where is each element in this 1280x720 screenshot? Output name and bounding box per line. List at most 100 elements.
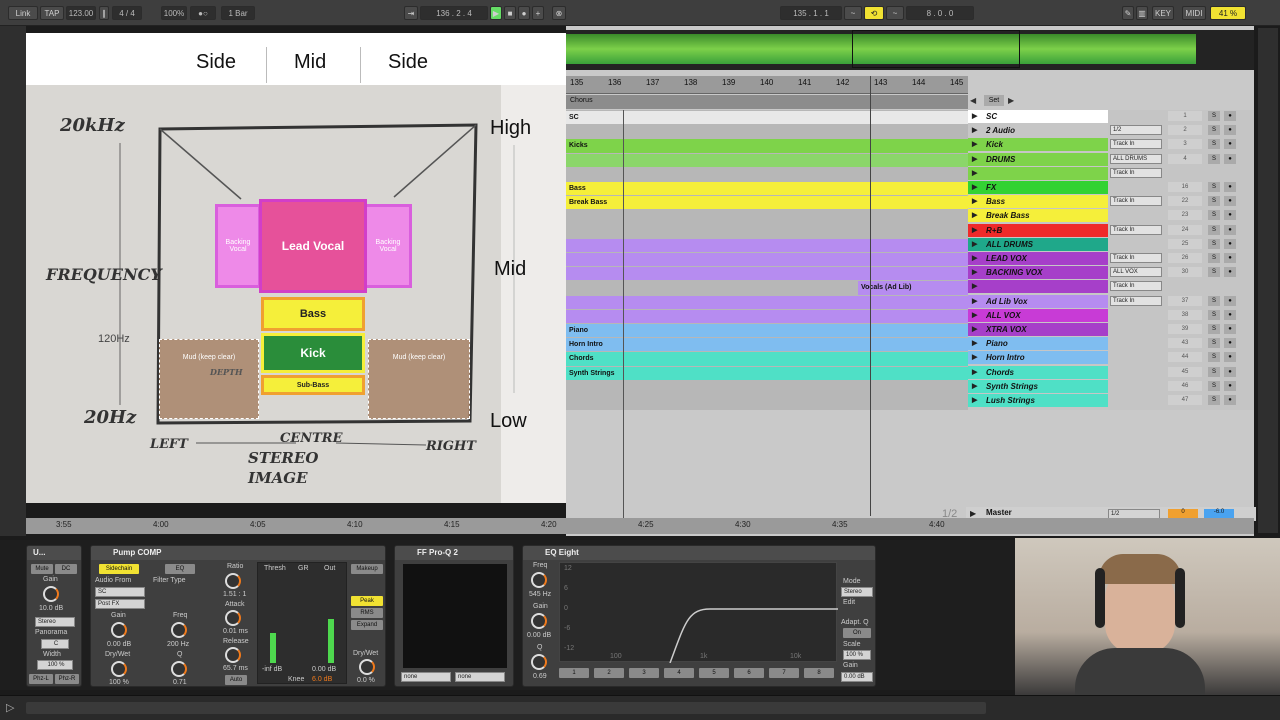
nudge-icon[interactable]: ∥ xyxy=(99,6,109,20)
clip-lane[interactable]: Piano xyxy=(566,324,968,338)
track-number[interactable]: 30 xyxy=(1168,267,1202,278)
track-fold-icon[interactable]: ▶ xyxy=(972,224,977,237)
metronome-icon[interactable]: ●○ xyxy=(190,6,216,20)
track-input-select[interactable]: Track In xyxy=(1110,295,1162,306)
track-header[interactable]: ▶ SC xyxy=(968,110,1108,123)
track-header[interactable]: ▶ XTRA VOX xyxy=(968,323,1108,336)
locator-chorus[interactable]: Chorus xyxy=(570,97,593,104)
track-fold-icon[interactable]: ▶ xyxy=(972,167,977,180)
channel-mode-select[interactable]: Stereo xyxy=(35,617,75,627)
punch-out-icon[interactable]: ~ xyxy=(886,6,904,20)
makeup-button[interactable]: Makeup xyxy=(351,564,383,574)
gain-knob[interactable] xyxy=(43,586,59,602)
arm-button[interactable]: ● xyxy=(1224,324,1236,334)
dc-button[interactable]: DC xyxy=(55,564,77,574)
solo-button[interactable]: S xyxy=(1208,224,1220,235)
track-fold-icon[interactable]: ▶ xyxy=(972,351,977,364)
phase-right-button[interactable]: Phz-R xyxy=(55,674,79,684)
clip-lane[interactable]: SC xyxy=(566,111,968,125)
arm-button[interactable]: ● xyxy=(1224,111,1236,121)
release-knob[interactable] xyxy=(225,647,241,663)
clip-lane[interactable] xyxy=(566,309,968,323)
arrangement-position[interactable]: 136 . 2 . 4 xyxy=(420,6,488,20)
clip-lane[interactable]: Vocals (Ad Lib) xyxy=(858,281,968,295)
play-button[interactable]: ▶ xyxy=(490,6,502,20)
arm-button[interactable]: ● xyxy=(1224,125,1236,136)
audio-tap-select[interactable]: Post FX xyxy=(95,599,145,609)
track-number[interactable]: 1 xyxy=(1168,111,1202,121)
track-fold-icon[interactable]: ▶ xyxy=(972,153,977,166)
clip-lanes[interactable]: SC Kicks Bass Break Bass Vocals (Ad Lib) Pian… xyxy=(566,110,968,410)
track-number[interactable]: 38 xyxy=(1168,309,1202,320)
sidechain-button[interactable]: Sidechain xyxy=(99,564,139,574)
track-fold-icon[interactable]: ▶ xyxy=(972,323,977,336)
key-map-button[interactable]: KEY xyxy=(1152,6,1174,20)
eq-band-button[interactable]: 3 xyxy=(629,668,659,678)
width-field[interactable]: 100 % xyxy=(37,660,73,670)
track-input-select[interactable]: ALL DRUMS xyxy=(1110,153,1162,164)
out-meter[interactable] xyxy=(328,619,334,663)
eq-band-button[interactable]: 1 xyxy=(559,668,589,678)
locator-lane[interactable]: Chorus xyxy=(566,95,968,109)
overview-viewport[interactable] xyxy=(852,30,1020,68)
track-fold-icon[interactable]: ▶ xyxy=(972,380,977,393)
clip-lane[interactable] xyxy=(566,295,968,309)
track-fold-icon[interactable]: ▶ xyxy=(972,295,977,308)
eq-band-button[interactable]: 5 xyxy=(699,668,729,678)
arm-button[interactable]: ● xyxy=(1224,153,1236,164)
phase-left-button[interactable]: Phz-L xyxy=(29,674,53,684)
track-header[interactable]: ▶ Break Bass xyxy=(968,209,1108,223)
track-input-select[interactable]: ALL VOX xyxy=(1110,267,1162,278)
solo-button[interactable]: S xyxy=(1208,267,1220,278)
track-fold-icon[interactable]: ▶ xyxy=(972,366,977,379)
track-header[interactable]: ▶ Kick xyxy=(968,138,1108,152)
track-header[interactable]: ▶ xyxy=(968,280,1108,294)
eq-band-button[interactable]: 4 xyxy=(664,668,694,678)
track-header[interactable]: ▶ LEAD VOX xyxy=(968,252,1108,265)
track-number[interactable]: 23 xyxy=(1168,210,1202,221)
record-button[interactable]: ● xyxy=(518,6,530,20)
track-number[interactable]: 37 xyxy=(1168,295,1202,306)
track-number[interactable]: 46 xyxy=(1168,380,1202,391)
tap-button[interactable]: TAP xyxy=(40,6,64,20)
eq-band-button[interactable]: 8 xyxy=(804,668,834,678)
track-number[interactable]: 22 xyxy=(1168,196,1202,207)
track-fold-icon[interactable]: ▶ xyxy=(972,394,977,407)
arm-button[interactable]: ● xyxy=(1224,267,1236,278)
solo-button[interactable]: S xyxy=(1208,380,1220,391)
track-number[interactable]: 4 xyxy=(1168,153,1202,164)
clip-lane[interactable] xyxy=(566,224,968,238)
solo-button[interactable]: S xyxy=(1208,125,1220,136)
draw-mode-icon[interactable]: ✎ xyxy=(1122,6,1134,20)
eq-band-button[interactable]: 7 xyxy=(769,668,799,678)
eq-q-knob[interactable] xyxy=(531,654,547,670)
stop-button[interactable]: ■ xyxy=(504,6,516,20)
arm-button[interactable]: ● xyxy=(1224,352,1236,363)
time-signature[interactable]: 4 / 4 xyxy=(112,6,142,20)
sidechain-eq-button[interactable]: EQ xyxy=(165,564,195,574)
track-header[interactable]: ▶ Piano xyxy=(968,337,1108,351)
solo-button[interactable]: S xyxy=(1208,366,1220,377)
track-fold-icon[interactable]: ▶ xyxy=(972,252,977,265)
track-fold-icon[interactable]: ▶ xyxy=(972,195,977,208)
zoom-field[interactable]: 100% xyxy=(161,6,187,20)
track-number[interactable]: 2 xyxy=(1168,125,1202,136)
arm-button[interactable]: ● xyxy=(1224,309,1236,320)
clip-lane[interactable]: Bass xyxy=(566,182,968,196)
track-header[interactable]: ▶ Ad Lib Vox xyxy=(968,294,1108,308)
track-header[interactable]: ▶ xyxy=(968,166,1108,180)
vertical-scrollbar[interactable] xyxy=(1258,28,1278,533)
arm-button[interactable]: ● xyxy=(1224,380,1236,391)
track-fold-icon[interactable]: ▶ xyxy=(972,124,977,137)
beat-ruler[interactable]: 135 136 137 138 139 140 141 142 143 144 … xyxy=(566,76,968,94)
arm-button[interactable]: ● xyxy=(1224,224,1236,235)
sc-drywet-knob[interactable] xyxy=(111,661,127,677)
prev-locator-icon[interactable]: ◀ xyxy=(970,96,976,105)
drywet-knob[interactable] xyxy=(359,659,375,675)
track-input-select[interactable]: Track In xyxy=(1110,253,1162,263)
track-header[interactable]: ▶ ALL DRUMS xyxy=(968,237,1108,251)
overdub-icon[interactable]: + xyxy=(532,6,544,20)
sc-gain-knob[interactable] xyxy=(111,622,127,638)
set-locator-button[interactable]: Set xyxy=(984,95,1004,106)
clip-lane[interactable]: Horn Intro xyxy=(566,338,968,352)
